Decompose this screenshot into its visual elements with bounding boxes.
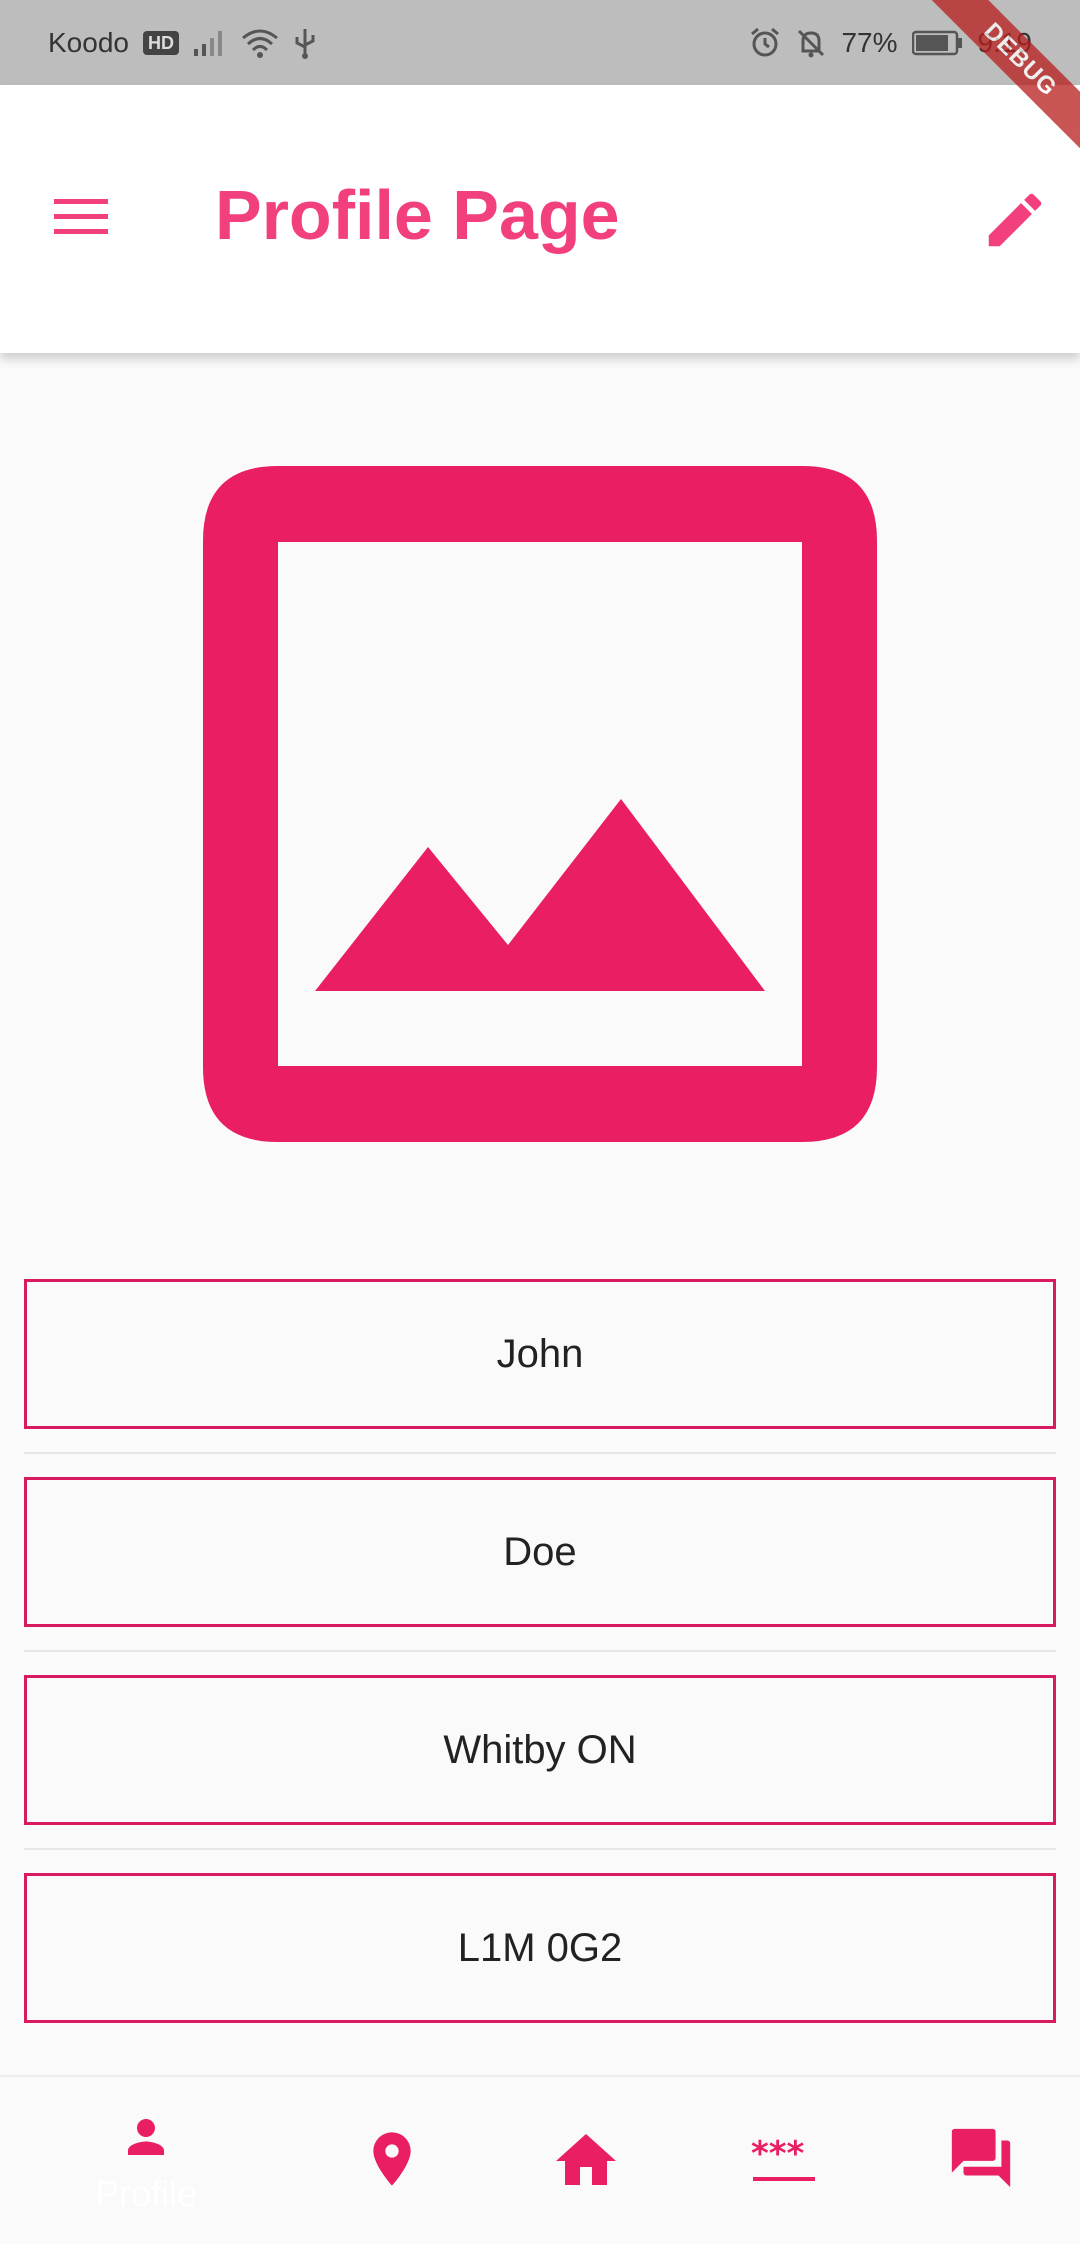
usb-icon (293, 27, 317, 59)
divider (24, 1650, 1056, 1652)
notifications-off-icon (795, 27, 827, 59)
password-icon: *** (751, 2137, 815, 2181)
menu-button[interactable] (52, 193, 112, 241)
battery-icon (911, 30, 964, 56)
hd-badge: HD (142, 30, 179, 55)
status-bar: Koodo HD 77% (0, 0, 1080, 85)
carrier-name: Koodo (48, 26, 129, 58)
profile-image[interactable] (203, 466, 877, 1142)
nav-item-home[interactable] (548, 2077, 628, 2244)
wifi-icon (241, 28, 279, 58)
app-bar: Profile Page (0, 85, 1080, 353)
last-name-value: Doe (503, 1529, 577, 1574)
first-name-value: John (496, 1331, 584, 1376)
svg-text:***: *** (751, 2137, 805, 2174)
city-field[interactable]: Whitby ON (24, 1675, 1056, 1825)
home-icon (556, 2134, 616, 2185)
nav-label-profile: Profile (94, 2173, 198, 2214)
postal-code-field[interactable]: L1M 0G2 (24, 1873, 1056, 2023)
first-name-field[interactable]: John (24, 1279, 1056, 1429)
divider (24, 1452, 1056, 1454)
menu-icon (54, 199, 108, 234)
nav-item-chat[interactable] (944, 2077, 1034, 2244)
page-title: Profile Page (215, 176, 620, 254)
edit-button[interactable] (980, 185, 1050, 255)
status-left: Koodo HD (48, 27, 317, 59)
person-icon (128, 2119, 164, 2155)
chat-icon (951, 2128, 1011, 2188)
nav-item-profile[interactable]: Profile (46, 2077, 246, 2244)
image-icon (203, 466, 877, 1142)
signal-icon (193, 29, 227, 57)
nav-item-location[interactable] (352, 2077, 432, 2244)
edit-icon (988, 193, 1042, 247)
nav-item-password[interactable]: *** (745, 2077, 825, 2244)
location-icon (373, 2132, 411, 2186)
last-name-field[interactable]: Doe (24, 1477, 1056, 1627)
city-value: Whitby ON (443, 1727, 637, 1772)
battery-percent: 77% (841, 26, 898, 58)
bottom-navigation: Profile *** (0, 2075, 1080, 2244)
alarm-icon (749, 27, 781, 59)
postal-code-value: L1M 0G2 (457, 1925, 623, 1970)
divider (24, 1848, 1056, 1850)
